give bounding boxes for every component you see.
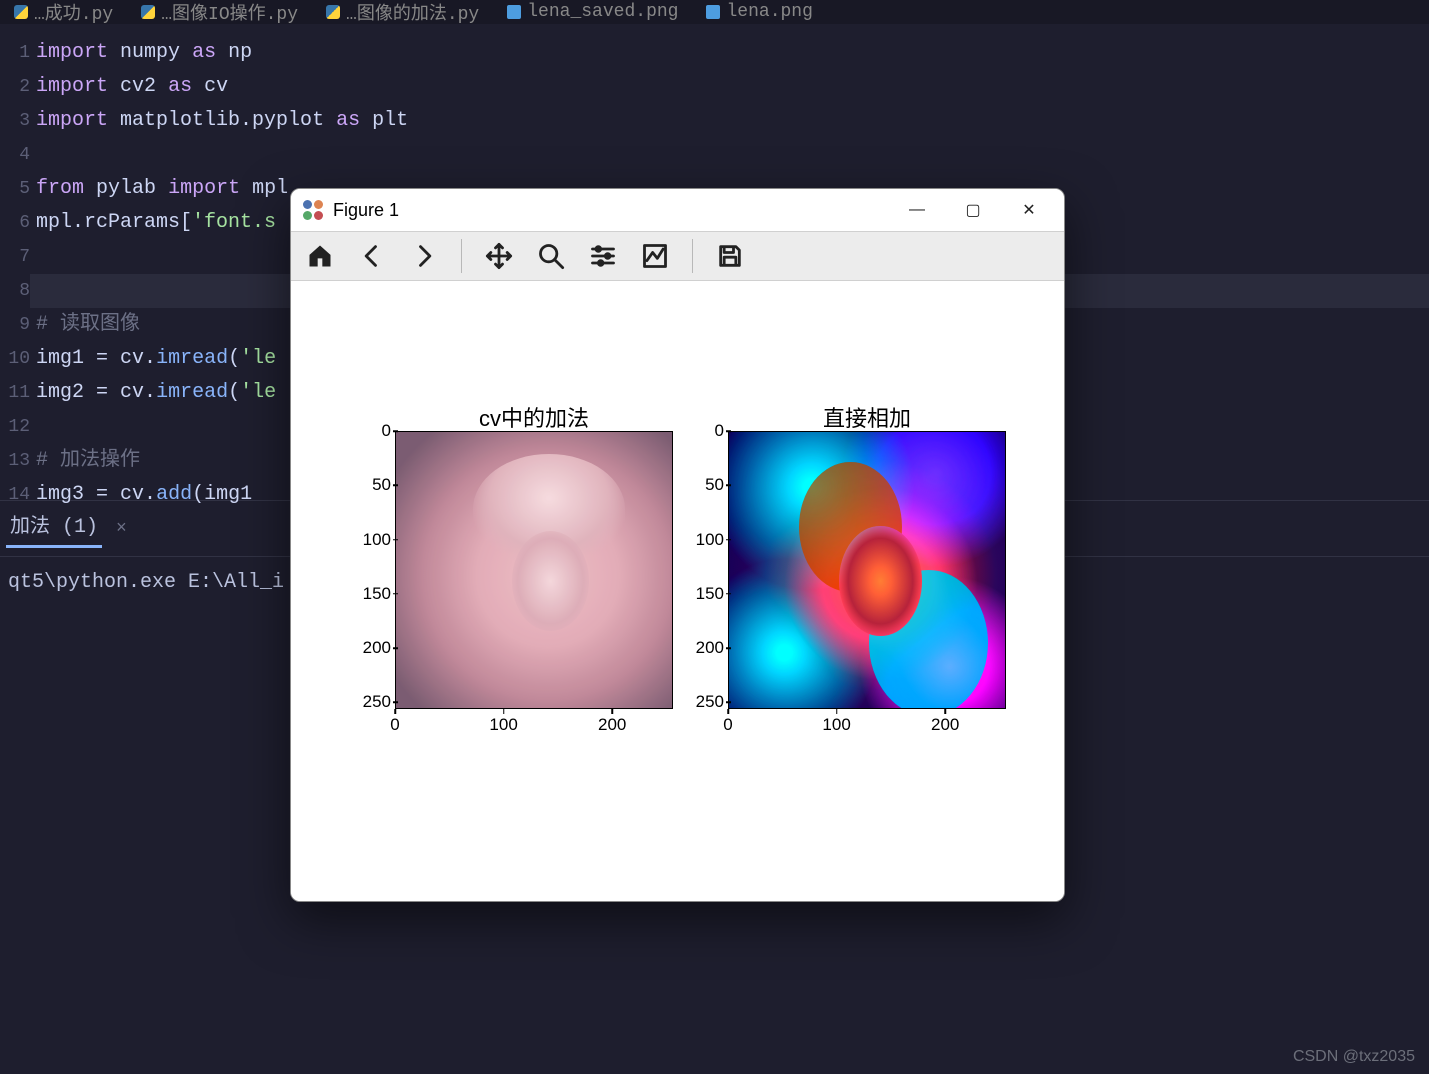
zoom-icon[interactable] <box>536 241 566 271</box>
image-direct-add <box>729 432 1005 708</box>
tab-file[interactable]: lena_saved.png <box>493 0 692 24</box>
home-icon[interactable] <box>305 241 335 271</box>
back-icon[interactable] <box>357 241 387 271</box>
subplot-title: cv中的加法 <box>395 401 673 433</box>
window-title: Figure 1 <box>333 200 399 221</box>
matplotlib-icon <box>303 200 323 220</box>
figure-canvas[interactable]: cv中的加法 0501001502002500100200 直接相加 05010… <box>291 281 1064 901</box>
run-tab[interactable]: 加法 (1) <box>6 509 102 548</box>
separator <box>461 239 462 273</box>
minimize-button[interactable]: — <box>894 201 940 219</box>
tab-file[interactable]: …成功.py <box>0 0 127 24</box>
tab-file[interactable]: …图像的加法.py <box>312 0 493 24</box>
save-icon[interactable] <box>715 241 745 271</box>
separator <box>692 239 693 273</box>
tab-file[interactable]: …图像IO操作.py <box>127 0 312 24</box>
edit-axes-icon[interactable] <box>640 241 670 271</box>
subplot-axes <box>395 431 673 709</box>
matplotlib-figure-window: Figure 1 — ▢ ✕ cv中的加法 050100150200250010… <box>290 188 1065 902</box>
forward-icon[interactable] <box>409 241 439 271</box>
maximize-button[interactable]: ▢ <box>950 200 996 220</box>
configure-subplots-icon[interactable] <box>588 241 618 271</box>
close-icon[interactable]: × <box>110 519 127 539</box>
window-titlebar[interactable]: Figure 1 — ▢ ✕ <box>291 189 1064 231</box>
watermark: CSDN @txz2035 <box>1293 1048 1415 1066</box>
pan-icon[interactable] <box>484 241 514 271</box>
tab-file[interactable]: lena.png <box>692 0 826 24</box>
subplot-axes <box>728 431 1006 709</box>
editor-tabs: …成功.py …图像IO操作.py …图像的加法.py lena_saved.p… <box>0 0 1429 24</box>
image-cv-add <box>396 432 672 708</box>
close-button[interactable]: ✕ <box>1006 200 1052 220</box>
subplot-title: 直接相加 <box>728 401 1006 433</box>
matplotlib-toolbar <box>291 231 1064 281</box>
line-gutter: 1234567891011121314 <box>0 24 30 500</box>
